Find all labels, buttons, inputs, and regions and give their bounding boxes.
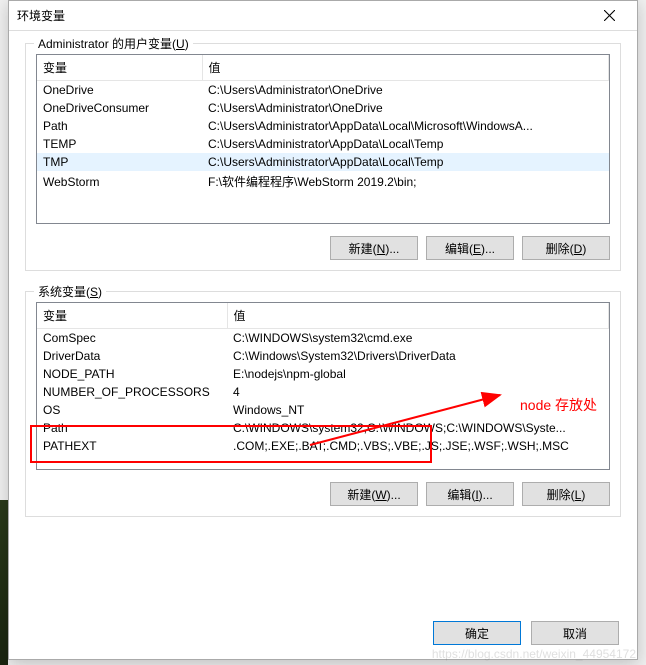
var-name-cell: ComSpec bbox=[37, 329, 227, 348]
col-header-var[interactable]: 变量 bbox=[37, 55, 202, 81]
col-header-val[interactable]: 值 bbox=[227, 303, 609, 329]
var-name-cell: NODE_PATH bbox=[37, 365, 227, 383]
system-vars-scroll[interactable]: 变量 值 ComSpecC:\WINDOWS\system32\cmd.exeD… bbox=[37, 303, 609, 469]
cancel-button[interactable]: 取消 bbox=[531, 621, 619, 645]
var-value-cell: E:\nodejs\npm-global bbox=[227, 365, 609, 383]
user-delete-button[interactable]: 删除(D) bbox=[522, 236, 610, 260]
table-row[interactable]: OneDriveConsumerC:\Users\Administrator\O… bbox=[37, 99, 609, 117]
system-vars-table: 变量 值 ComSpecC:\WINDOWS\system32\cmd.exeD… bbox=[37, 303, 609, 455]
system-delete-button[interactable]: 删除(L) bbox=[522, 482, 610, 506]
system-edit-button[interactable]: 编辑(I)... bbox=[426, 482, 514, 506]
table-row[interactable]: OneDriveC:\Users\Administrator\OneDrive bbox=[37, 81, 609, 100]
user-new-button[interactable]: 新建(N)... bbox=[330, 236, 418, 260]
table-row[interactable]: NUMBER_OF_PROCESSORS4 bbox=[37, 383, 609, 401]
table-row[interactable]: ComSpecC:\WINDOWS\system32\cmd.exe bbox=[37, 329, 609, 348]
var-value-cell: C:\WINDOWS\system32\cmd.exe bbox=[227, 329, 609, 348]
var-value-cell: 4 bbox=[227, 383, 609, 401]
var-value-cell: C:\Users\Administrator\AppData\Local\Tem… bbox=[202, 153, 609, 171]
var-value-cell: C:\Users\Administrator\AppData\Local\Mic… bbox=[202, 117, 609, 135]
table-row[interactable]: PathC:\Users\Administrator\AppData\Local… bbox=[37, 117, 609, 135]
user-vars-button-row: 新建(N)... 编辑(E)... 删除(D) bbox=[36, 236, 610, 260]
table-row[interactable]: TEMPC:\Users\Administrator\AppData\Local… bbox=[37, 135, 609, 153]
var-name-cell: PATHEXT bbox=[37, 437, 227, 455]
var-name-cell: OneDrive bbox=[37, 81, 202, 100]
var-value-cell: .COM;.EXE;.BAT;.CMD;.VBS;.VBE;.JS;.JSE;.… bbox=[227, 437, 609, 455]
var-name-cell: Path bbox=[37, 117, 202, 135]
var-name-cell: OS bbox=[37, 401, 227, 419]
system-vars-legend: 系统变量(S) bbox=[34, 283, 106, 300]
close-button[interactable] bbox=[589, 2, 629, 30]
user-edit-button[interactable]: 编辑(E)... bbox=[426, 236, 514, 260]
dialog-content: Administrator 的用户变量(U) 变量 值 OneDriveC:\U… bbox=[9, 31, 637, 553]
table-row[interactable]: TMPC:\Users\Administrator\AppData\Local\… bbox=[37, 153, 609, 171]
close-icon bbox=[604, 10, 615, 21]
var-name-cell: NUMBER_OF_PROCESSORS bbox=[37, 383, 227, 401]
var-name-cell: OneDriveConsumer bbox=[37, 99, 202, 117]
var-value-cell: C:\Users\Administrator\OneDrive bbox=[202, 99, 609, 117]
user-vars-table: 变量 值 OneDriveC:\Users\Administrator\OneD… bbox=[37, 55, 609, 192]
ok-button[interactable]: 确定 bbox=[433, 621, 521, 645]
user-vars-legend: Administrator 的用户变量(U) bbox=[34, 35, 193, 52]
env-vars-dialog: 环境变量 Administrator 的用户变量(U) 变量 值 bbox=[8, 0, 638, 660]
var-value-cell: C:\Users\Administrator\AppData\Local\Tem… bbox=[202, 135, 609, 153]
table-row[interactable]: WebStormF:\软件编程程序\WebStorm 2019.2\bin; bbox=[37, 171, 609, 192]
user-vars-scroll[interactable]: 变量 值 OneDriveC:\Users\Administrator\OneD… bbox=[37, 55, 609, 223]
system-vars-table-container: 变量 值 ComSpecC:\WINDOWS\system32\cmd.exeD… bbox=[36, 302, 610, 470]
var-name-cell: Path bbox=[37, 419, 227, 437]
window-title: 环境变量 bbox=[17, 7, 589, 24]
titlebar: 环境变量 bbox=[9, 1, 637, 31]
var-name-cell: TMP bbox=[37, 153, 202, 171]
var-value-cell: F:\软件编程程序\WebStorm 2019.2\bin; bbox=[202, 171, 609, 192]
var-name-cell: TEMP bbox=[37, 135, 202, 153]
var-value-cell: C:\WINDOWS\system32;C:\WINDOWS;C:\WINDOW… bbox=[227, 419, 609, 437]
system-vars-group: 系统变量(S) 变量 值 ComSpecC:\WINDOWS\system32\… bbox=[25, 291, 621, 517]
var-value-cell: C:\Windows\System32\Drivers\DriverData bbox=[227, 347, 609, 365]
table-row[interactable]: DriverDataC:\Windows\System32\Drivers\Dr… bbox=[37, 347, 609, 365]
var-name-cell: WebStorm bbox=[37, 171, 202, 192]
desktop-edge bbox=[0, 500, 8, 665]
var-name-cell: DriverData bbox=[37, 347, 227, 365]
table-row[interactable]: PathC:\WINDOWS\system32;C:\WINDOWS;C:\WI… bbox=[37, 419, 609, 437]
system-vars-button-row: 新建(W)... 编辑(I)... 删除(L) bbox=[36, 482, 610, 506]
dialog-button-row: 确定 取消 bbox=[433, 621, 619, 645]
table-row[interactable]: OSWindows_NT bbox=[37, 401, 609, 419]
col-header-var[interactable]: 变量 bbox=[37, 303, 227, 329]
var-value-cell: Windows_NT bbox=[227, 401, 609, 419]
var-value-cell: C:\Users\Administrator\OneDrive bbox=[202, 81, 609, 100]
user-vars-table-container: 变量 值 OneDriveC:\Users\Administrator\OneD… bbox=[36, 54, 610, 224]
system-new-button[interactable]: 新建(W)... bbox=[330, 482, 418, 506]
user-vars-group: Administrator 的用户变量(U) 变量 值 OneDriveC:\U… bbox=[25, 43, 621, 271]
table-row[interactable]: PATHEXT.COM;.EXE;.BAT;.CMD;.VBS;.VBE;.JS… bbox=[37, 437, 609, 455]
col-header-val[interactable]: 值 bbox=[202, 55, 609, 81]
table-row[interactable]: NODE_PATHE:\nodejs\npm-global bbox=[37, 365, 609, 383]
